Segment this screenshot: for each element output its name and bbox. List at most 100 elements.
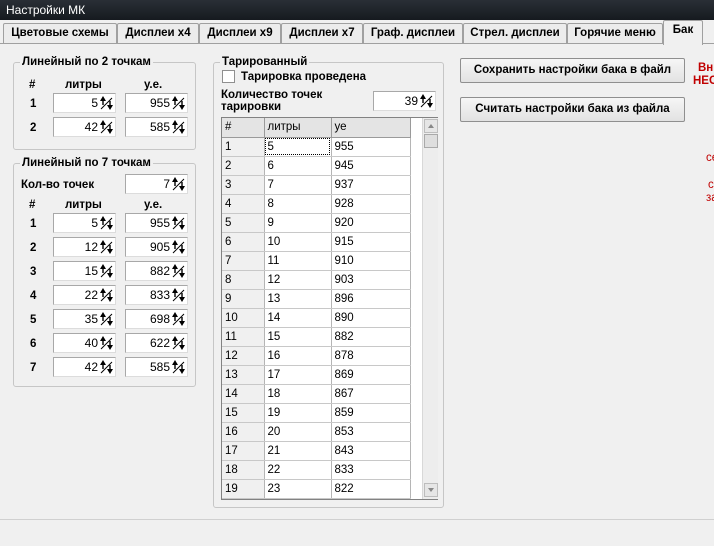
grid-cell-ue[interactable]: 903 — [331, 270, 411, 290]
grid-cell-liters[interactable]: 23 — [264, 479, 332, 499]
grid-cell-liters[interactable]: 8 — [264, 194, 332, 214]
scroll-up-icon[interactable] — [424, 119, 438, 133]
table-row[interactable]: 14 18 867 — [222, 384, 411, 404]
linear2-ue-spin-1[interactable]: 955 — [125, 93, 188, 113]
grid-vertical-scrollbar[interactable] — [422, 118, 438, 499]
linear2-liters-spin-2[interactable]: 42 — [53, 117, 116, 137]
grid-cell-liters[interactable]: 11 — [264, 251, 332, 271]
tab-displays-x4[interactable]: Дисплеи x4 — [117, 23, 199, 44]
linear7-liters-spin-6[interactable]: 40 — [53, 333, 116, 353]
grid-cell-ue[interactable]: 867 — [331, 384, 411, 404]
spin-arrows-icon[interactable] — [171, 335, 186, 351]
spin-arrows-icon[interactable] — [99, 311, 114, 327]
spin-arrows-icon[interactable] — [171, 119, 186, 135]
tab-arrow-displays[interactable]: Стрел. дисплеи — [463, 23, 567, 44]
linear7-ue-spin-5[interactable]: 698 — [125, 309, 188, 329]
table-row[interactable]: 17 21 843 — [222, 441, 411, 461]
table-row[interactable]: 2 6 945 — [222, 156, 411, 176]
tab-graph-displays[interactable]: Граф. дисплеи — [363, 23, 463, 44]
grid-cell-liters[interactable]: 22 — [264, 460, 332, 480]
table-row[interactable]: 10 14 890 — [222, 308, 411, 328]
linear2-liters-spin-1[interactable]: 5 — [53, 93, 116, 113]
grid-cell-ue[interactable]: 853 — [331, 422, 411, 442]
grid-cell-ue[interactable]: 896 — [331, 289, 411, 309]
grid-cell-liters[interactable]: 15 — [264, 327, 332, 347]
tab-tank[interactable]: Бак — [663, 20, 703, 45]
linear7-ue-spin-3[interactable]: 882 — [125, 261, 188, 281]
grid-cell-ue[interactable]: 915 — [331, 232, 411, 252]
table-row[interactable]: 6 10 915 — [222, 232, 411, 252]
spin-arrows-icon[interactable] — [99, 119, 114, 135]
table-row[interactable]: 4 8 928 — [222, 194, 411, 214]
grid-cell-liters[interactable]: 10 — [264, 232, 332, 252]
table-row[interactable]: 15 19 859 — [222, 403, 411, 423]
tab-displays-x7[interactable]: Дисплеи x7 — [281, 23, 363, 44]
grid-cell-ue[interactable]: 937 — [331, 175, 411, 195]
linear7-liters-spin-1[interactable]: 5 — [53, 213, 116, 233]
spin-arrows-icon[interactable] — [171, 239, 186, 255]
grid-cell-ue[interactable]: 890 — [331, 308, 411, 328]
spin-arrows-icon[interactable] — [99, 239, 114, 255]
tab-hot-menus[interactable]: Горячие меню — [567, 23, 663, 44]
spin-arrows-icon[interactable] — [171, 287, 186, 303]
linear2-ue-spin-2[interactable]: 585 — [125, 117, 188, 137]
calibration-done-checkbox[interactable] — [222, 70, 235, 83]
linear7-ue-spin-1[interactable]: 955 — [125, 213, 188, 233]
save-tank-settings-button[interactable]: Сохранить настройки бака в файл — [460, 58, 685, 83]
spin-arrows-icon[interactable] — [99, 263, 114, 279]
spin-arrows-icon[interactable] — [171, 311, 186, 327]
grid-cell-ue[interactable]: 859 — [331, 403, 411, 423]
linear7-liters-spin-4[interactable]: 22 — [53, 285, 116, 305]
tab-displays-x9[interactable]: Дисплеи x9 — [199, 23, 281, 44]
grid-cell-liters[interactable]: 20 — [264, 422, 332, 442]
linear7-liters-spin-2[interactable]: 12 — [53, 237, 116, 257]
grid-cell-ue[interactable]: 920 — [331, 213, 411, 233]
spin-arrows-icon[interactable] — [99, 287, 114, 303]
calibration-points-spin[interactable]: 39 — [373, 91, 436, 111]
grid-cell-ue[interactable]: 882 — [331, 327, 411, 347]
linear7-liters-spin-7[interactable]: 42 — [53, 357, 116, 377]
table-row[interactable]: 11 15 882 — [222, 327, 411, 347]
table-row[interactable]: 5 9 920 — [222, 213, 411, 233]
linear7-ue-spin-4[interactable]: 833 — [125, 285, 188, 305]
grid-cell-liters[interactable]: 5 — [264, 137, 332, 157]
spin-arrows-icon[interactable] — [171, 95, 186, 111]
grid-cell-ue[interactable]: 945 — [331, 156, 411, 176]
grid-cell-liters[interactable]: 7 — [264, 175, 332, 195]
grid-cell-ue[interactable]: 843 — [331, 441, 411, 461]
grid-cell-liters[interactable]: 13 — [264, 289, 332, 309]
grid-cell-liters[interactable]: 6 — [264, 156, 332, 176]
calibration-grid[interactable]: # литры уе 1 5 955 2 6 945 3 7 937 4 8 928 5 9 920 6 10 9… — [221, 117, 438, 500]
grid-cell-liters[interactable]: 9 — [264, 213, 332, 233]
table-row[interactable]: 9 13 896 — [222, 289, 411, 309]
table-row[interactable]: 18 22 833 — [222, 460, 411, 480]
scroll-down-icon[interactable] — [424, 483, 438, 497]
table-row[interactable]: 1 5 955 — [222, 137, 411, 157]
grid-cell-liters[interactable]: 12 — [264, 270, 332, 290]
grid-cell-liters[interactable]: 19 — [264, 403, 332, 423]
linear7-ue-spin-2[interactable]: 905 — [125, 237, 188, 257]
linear7-liters-spin-3[interactable]: 15 — [53, 261, 116, 281]
scroll-thumb[interactable] — [424, 134, 438, 148]
spin-arrows-icon[interactable] — [99, 359, 114, 375]
grid-cell-ue[interactable]: 869 — [331, 365, 411, 385]
grid-cell-ue[interactable]: 955 — [331, 137, 411, 157]
tab-color-schemes[interactable]: Цветовые схемы — [3, 23, 117, 44]
linear7-ue-spin-6[interactable]: 622 — [125, 333, 188, 353]
grid-cell-liters[interactable]: 21 — [264, 441, 332, 461]
grid-cell-ue[interactable]: 833 — [331, 460, 411, 480]
grid-cell-ue[interactable]: 878 — [331, 346, 411, 366]
grid-cell-liters[interactable]: 17 — [264, 365, 332, 385]
spin-arrows-icon[interactable] — [171, 263, 186, 279]
spin-arrows-icon[interactable] — [171, 215, 186, 231]
linear7-count-spin[interactable]: 7 — [125, 174, 188, 194]
spin-arrows-icon[interactable] — [99, 95, 114, 111]
spin-arrows-icon[interactable] — [171, 359, 186, 375]
grid-cell-liters[interactable]: 14 — [264, 308, 332, 328]
grid-cell-ue[interactable]: 928 — [331, 194, 411, 214]
table-row[interactable]: 8 12 903 — [222, 270, 411, 290]
spin-arrows-icon[interactable] — [99, 215, 114, 231]
linear7-liters-spin-5[interactable]: 35 — [53, 309, 116, 329]
spin-arrows-icon[interactable] — [419, 93, 434, 109]
spin-arrows-icon[interactable] — [171, 176, 186, 192]
